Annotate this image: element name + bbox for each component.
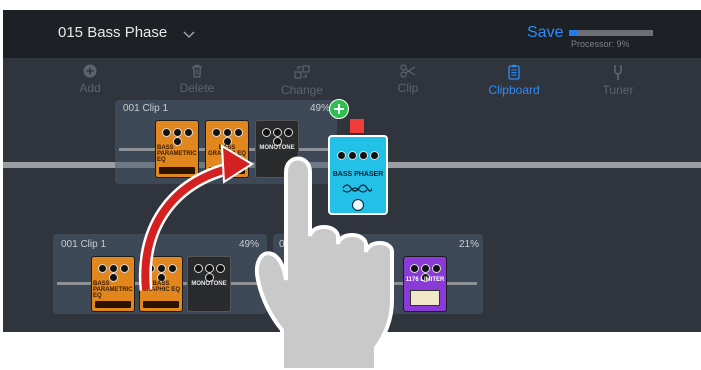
arrow-head-icon	[220, 144, 254, 184]
pointing-hand-icon	[255, 156, 394, 370]
drag-arrow-overlay	[138, 144, 394, 370]
